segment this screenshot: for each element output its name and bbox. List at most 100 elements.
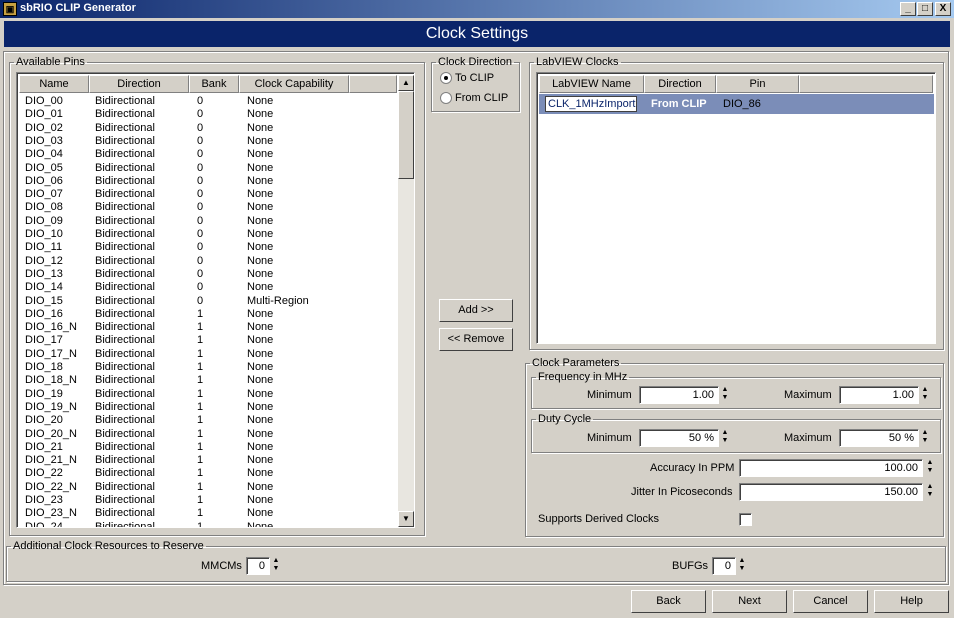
pin-name-cell: DIO_05 (25, 161, 63, 174)
clock-direction-label: Clock Direction (438, 56, 512, 68)
pin-clock-capability-cell: None (247, 134, 274, 147)
pin-direction-cell: Bidirectional (95, 467, 155, 480)
pin-bank-cell: 1 (197, 347, 204, 360)
accuracy-label: Accuracy In PPM (650, 462, 735, 474)
help-button[interactable]: Help (874, 590, 949, 613)
duty-min-input[interactable]: 50 % (639, 429, 719, 447)
close-button[interactable]: X (935, 2, 951, 16)
derived-clocks-checkbox[interactable] (739, 513, 752, 526)
pin-name-cell: DIO_19 (25, 387, 63, 400)
pin-direction-cell: Bidirectional (95, 148, 155, 161)
pin-clock-capability-cell: None (247, 334, 274, 347)
duty-max-input[interactable]: 50 % (839, 429, 919, 447)
pin-direction-cell: Bidirectional (95, 494, 155, 506)
pin-name-cell: DIO_15 (25, 294, 63, 307)
remove-button[interactable]: << Remove (439, 328, 513, 351)
duty-min-spinner-icon[interactable]: ▲ ▼ (719, 429, 731, 447)
mmcms-spinner-icon[interactable]: ▲ ▼ (270, 557, 282, 575)
pin-direction-cell: Bidirectional (95, 321, 155, 334)
freq-max-input[interactable]: 1.00 (839, 386, 919, 404)
scroll-down-icon[interactable]: ▼ (398, 511, 414, 527)
pin-direction-cell: Bidirectional (95, 161, 155, 174)
pin-clock-capability-cell: None (247, 201, 274, 214)
pin-clock-capability-cell: None (247, 307, 274, 320)
pin-direction-cell: Bidirectional (95, 241, 155, 254)
pins-scrollbar[interactable]: ▲ ▼ (398, 75, 414, 527)
pin-direction-cell: Bidirectional (95, 440, 155, 453)
bufgs-spinner-icon[interactable]: ▲ ▼ (736, 557, 748, 575)
pin-bank-cell: 1 (197, 307, 204, 320)
jitter-input[interactable]: 150.00 (739, 483, 923, 501)
duty-max-spinner-icon[interactable]: ▲ ▼ (919, 429, 931, 447)
col-clock-capability-header[interactable]: Clock Capability (239, 75, 349, 93)
pin-direction-cell: Bidirectional (95, 374, 155, 387)
pin-name-cell: DIO_01 (25, 108, 63, 121)
maximize-button[interactable]: □ (917, 2, 933, 16)
pin-bank-cell: 1 (197, 454, 204, 467)
pin-name-cell: DIO_12 (25, 254, 63, 267)
available-pins-list[interactable]: Name Direction Bank Clock Capability DIO… (16, 72, 415, 528)
pin-clock-capability-cell: None (247, 95, 274, 107)
pin-name-cell: DIO_23_N (25, 507, 77, 520)
pin-name-cell: DIO_19_N (25, 400, 77, 413)
pin-clock-capability-cell: None (247, 414, 274, 427)
mmcms-input[interactable]: 0 (246, 557, 270, 575)
lv-col-direction-header[interactable]: Direction (644, 75, 716, 93)
lv-col-name-header[interactable]: LabVIEW Name (539, 75, 644, 93)
labview-clocks-label: LabVIEW Clocks (536, 56, 619, 68)
from-clip-radio[interactable] (440, 92, 452, 104)
window-title: sbRIO CLIP Generator (20, 2, 136, 14)
pin-bank-cell: 0 (197, 95, 204, 107)
bufgs-label: BUFGs (672, 560, 709, 572)
bufgs-input[interactable]: 0 (712, 557, 736, 575)
accuracy-input[interactable]: 100.00 (739, 459, 923, 477)
labview-clocks-list[interactable]: LabVIEW Name Direction Pin CLK_1MHzImpor… (536, 72, 936, 344)
title-bar: ▣ sbRIO CLIP Generator _ □ X (0, 0, 954, 18)
pin-direction-cell: Bidirectional (95, 400, 155, 413)
pin-bank-cell: 0 (197, 201, 204, 214)
pin-clock-capability-cell: None (247, 161, 274, 174)
pin-clock-capability-cell: None (247, 507, 274, 520)
freq-max-spinner-icon[interactable]: ▲ ▼ (919, 386, 931, 404)
pin-bank-cell: 0 (197, 254, 204, 267)
lv-col-blank-header (799, 75, 933, 93)
pin-clock-capability-cell: None (247, 440, 274, 453)
pin-direction-cell: Bidirectional (95, 281, 155, 294)
pin-bank-cell: 1 (197, 334, 204, 347)
col-name-header[interactable]: Name (19, 75, 89, 93)
col-direction-header[interactable]: Direction (89, 75, 189, 93)
to-clip-radio[interactable] (440, 72, 452, 84)
col-bank-header[interactable]: Bank (189, 75, 239, 93)
pin-bank-cell: 1 (197, 520, 204, 528)
back-button[interactable]: Back (631, 590, 706, 613)
freq-min-input[interactable]: 1.00 (639, 386, 719, 404)
available-pins-label: Available Pins (16, 56, 85, 68)
pin-clock-capability-cell: None (247, 321, 274, 334)
pin-direction-cell: Bidirectional (95, 454, 155, 467)
next-button[interactable]: Next (712, 590, 787, 613)
pin-clock-capability-cell: None (247, 254, 274, 267)
pin-clock-capability-cell: None (247, 400, 274, 413)
jitter-spinner-icon[interactable]: ▲ ▼ (924, 483, 936, 501)
jitter-label: Jitter In Picoseconds (631, 486, 733, 498)
accuracy-spinner-icon[interactable]: ▲ ▼ (924, 459, 936, 477)
labview-name-edit[interactable]: CLK_1MHzImport (545, 96, 637, 112)
pin-name-cell: DIO_20 (25, 414, 63, 427)
pin-bank-cell: 1 (197, 480, 204, 493)
labview-clock-row[interactable]: CLK_1MHzImport From CLIP DIO_86 (539, 94, 934, 114)
pin-name-cell: DIO_21 (25, 440, 63, 453)
freq-min-spinner-icon[interactable]: ▲ ▼ (719, 386, 731, 404)
cancel-button[interactable]: Cancel (793, 590, 868, 613)
pin-bank-cell: 0 (197, 294, 204, 307)
add-button[interactable]: Add >> (439, 299, 513, 322)
pin-clock-capability-cell: None (247, 281, 274, 294)
pin-name-cell: DIO_11 (25, 241, 63, 254)
pin-clock-capability-cell: None (247, 387, 274, 400)
scroll-up-icon[interactable]: ▲ (398, 75, 414, 91)
minimize-button[interactable]: _ (900, 2, 916, 16)
pin-bank-cell: 1 (197, 507, 204, 520)
scroll-thumb[interactable] (398, 91, 414, 179)
pin-name-cell: DIO_17 (25, 334, 63, 347)
lv-col-pin-header[interactable]: Pin (716, 75, 799, 93)
pin-bank-cell: 0 (197, 228, 204, 240)
